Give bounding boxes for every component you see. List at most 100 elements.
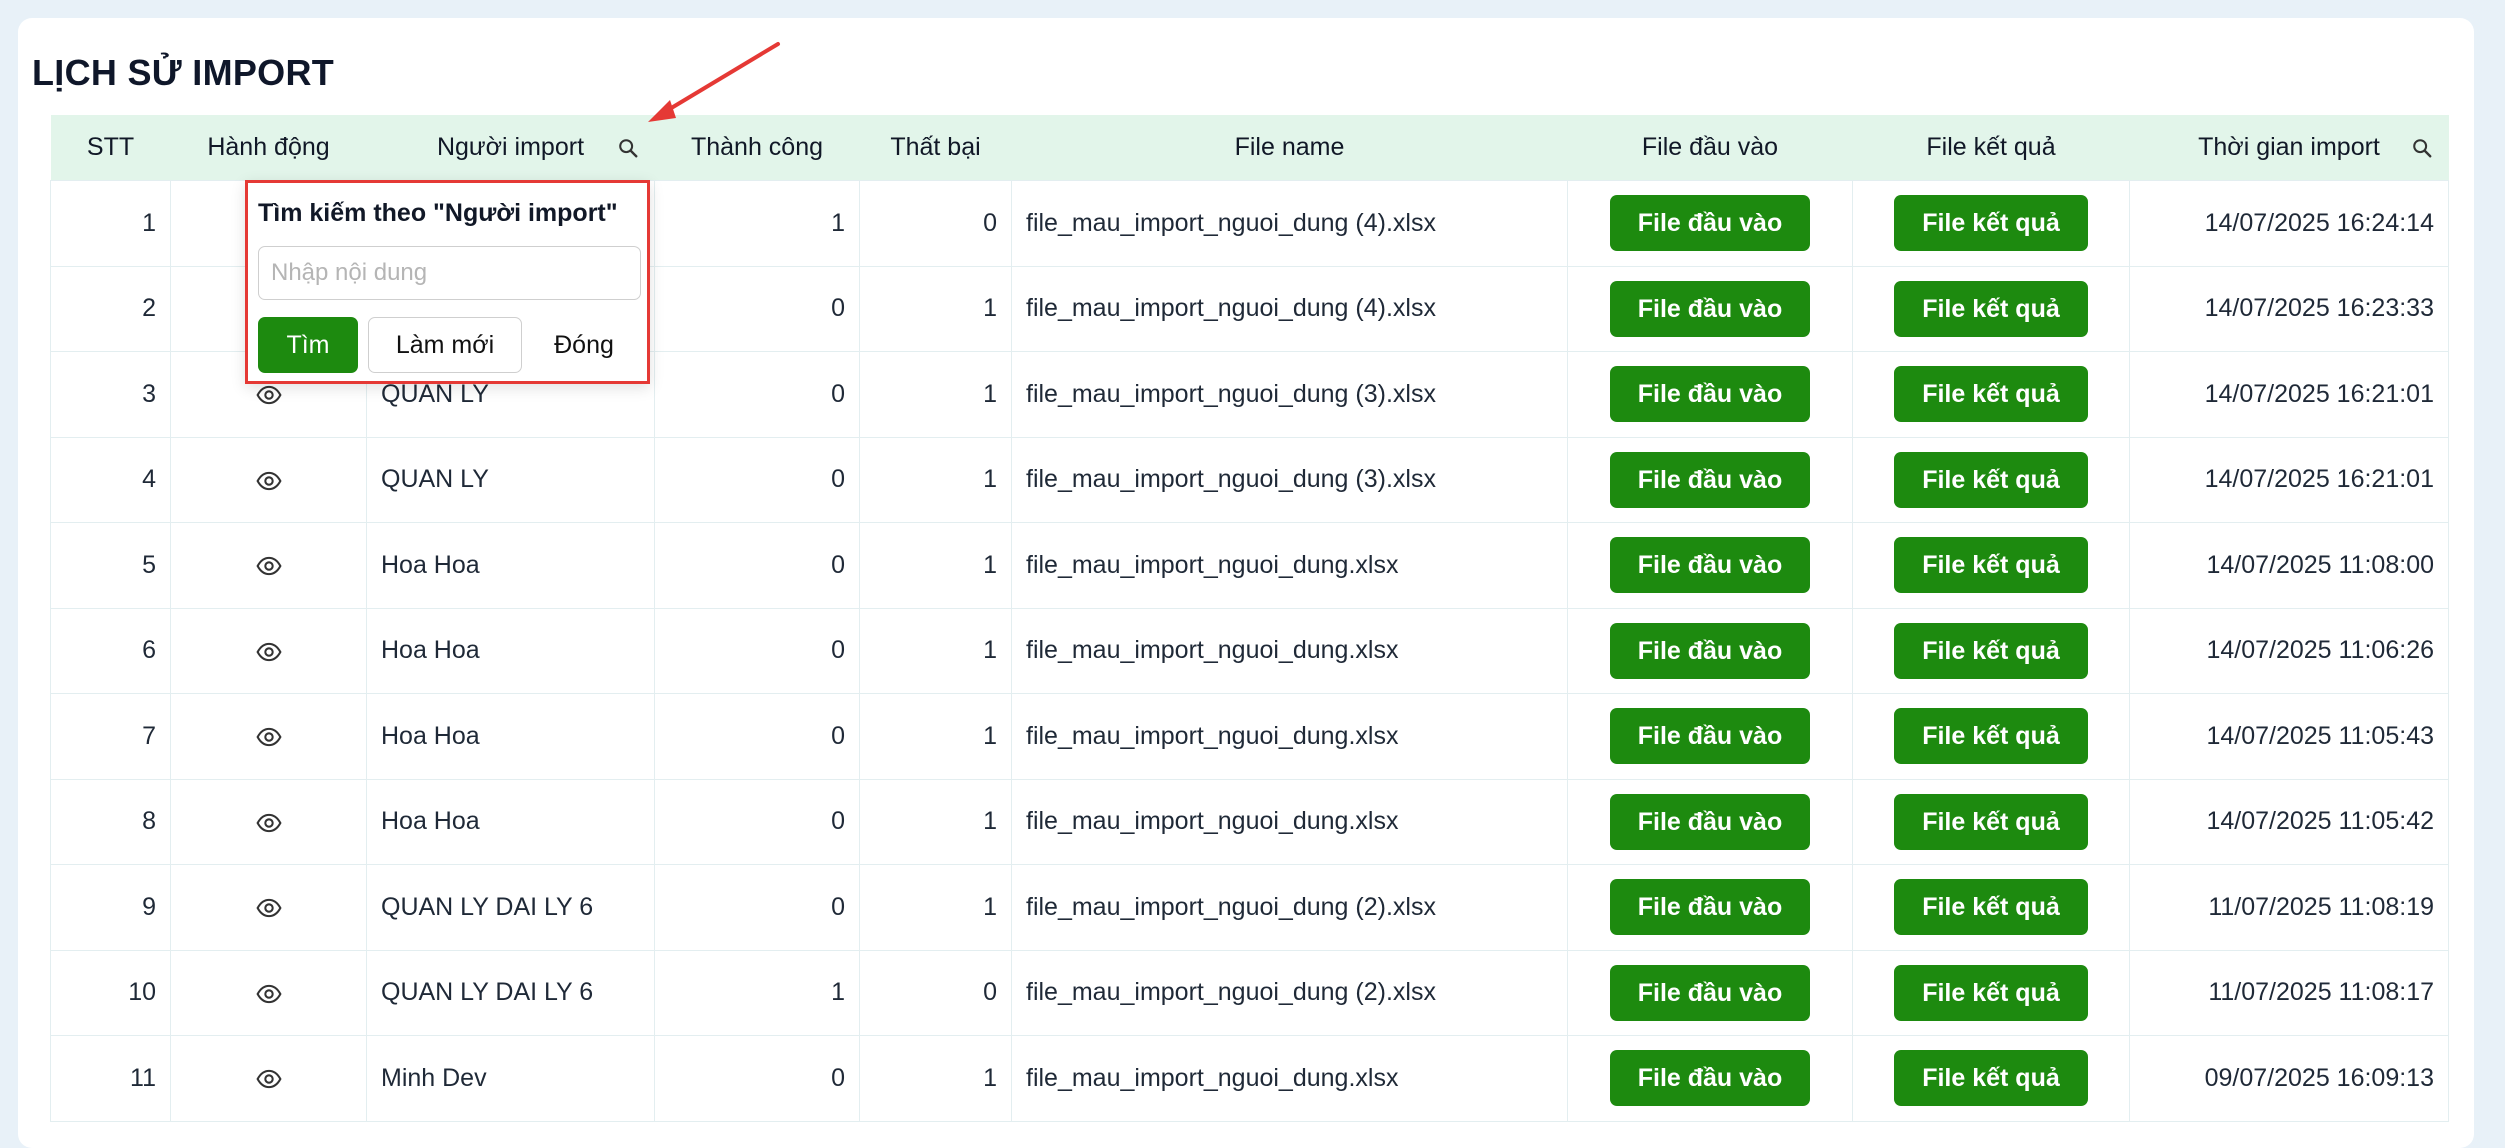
table-row: 7 Hoa Hoa 0 1 file_mau_import_nguoi_dung.xls… xyxy=(50,693,2449,780)
cell-stt: 2 xyxy=(50,265,171,352)
cell-stt: 7 xyxy=(50,693,171,780)
result-file-button[interactable]: File kết quả xyxy=(1894,793,2088,850)
cell-input-file: File đầu vào xyxy=(1567,522,1853,609)
cell-result-file: File kết quả xyxy=(1852,265,2130,352)
cell-input-file: File đầu vào xyxy=(1567,864,1853,951)
table-row: 4 QUAN LY 0 1 file_mau_import_nguoi_dung (3)… xyxy=(50,436,2449,523)
input-file-button[interactable]: File đầu vào xyxy=(1609,964,1811,1021)
cell-input-file: File đầu vào xyxy=(1567,436,1853,523)
eye-icon[interactable] xyxy=(255,551,282,579)
table-row: 6 Hoa Hoa 0 1 file_mau_import_nguoi_dung.xls… xyxy=(50,607,2449,694)
cell-fail-count: 0 xyxy=(859,949,1012,1036)
eye-icon[interactable] xyxy=(255,636,282,664)
close-button[interactable]: Đóng xyxy=(532,317,636,373)
input-file-button[interactable]: File đầu vào xyxy=(1609,622,1811,679)
cell-importer: Hoa Hoa xyxy=(366,778,655,865)
cell-import-time: 14/07/2025 11:06:26 xyxy=(2129,607,2449,694)
column-header-action: Hành động xyxy=(170,115,367,181)
input-file-button[interactable]: File đầu vào xyxy=(1609,366,1811,423)
cell-input-file: File đầu vào xyxy=(1567,265,1853,352)
cell-file-name: file_mau_import_nguoi_dung (4).xlsx xyxy=(1011,265,1568,352)
cell-success-count: 0 xyxy=(654,1035,860,1122)
eye-icon[interactable] xyxy=(255,978,282,1006)
result-file-button[interactable]: File kết quả xyxy=(1894,366,2088,423)
cell-import-time: 11/07/2025 11:08:17 xyxy=(2129,949,2449,1036)
eye-icon[interactable] xyxy=(255,722,282,750)
result-file-button[interactable]: File kết quả xyxy=(1894,708,2088,765)
cell-file-name: file_mau_import_nguoi_dung (3).xlsx xyxy=(1011,436,1568,523)
cell-action xyxy=(170,949,367,1036)
input-file-button[interactable]: File đầu vào xyxy=(1609,879,1811,936)
eye-icon[interactable] xyxy=(255,1064,282,1092)
cell-stt: 1 xyxy=(50,180,171,267)
result-file-button[interactable]: File kết quả xyxy=(1894,964,2088,1021)
input-file-button[interactable]: File đầu vào xyxy=(1609,195,1811,252)
popup-title: Tìm kiếm theo "Người import" xyxy=(258,199,618,227)
cell-success-count: 0 xyxy=(654,351,860,438)
cell-stt: 6 xyxy=(50,607,171,694)
cell-import-time: 14/07/2025 16:23:33 xyxy=(2129,265,2449,352)
cell-importer: Hoa Hoa xyxy=(366,522,655,609)
result-file-button[interactable]: File kết quả xyxy=(1894,195,2088,252)
result-file-button[interactable]: File kết quả xyxy=(1894,622,2088,679)
cell-action xyxy=(170,864,367,951)
input-file-button[interactable]: File đầu vào xyxy=(1609,793,1811,850)
result-file-button[interactable]: File kết quả xyxy=(1894,451,2088,508)
result-file-button[interactable]: File kết quả xyxy=(1894,1050,2088,1107)
table-row: 8 Hoa Hoa 0 1 file_mau_import_nguoi_dung.xls… xyxy=(50,778,2449,865)
result-file-button[interactable]: File kết quả xyxy=(1894,879,2088,936)
result-file-button[interactable]: File kết quả xyxy=(1894,280,2088,337)
cell-input-file: File đầu vào xyxy=(1567,607,1853,694)
cell-action xyxy=(170,522,367,609)
cell-stt: 8 xyxy=(50,778,171,865)
cell-action xyxy=(170,436,367,523)
input-file-button[interactable]: File đầu vào xyxy=(1609,1050,1811,1107)
cell-fail-count: 1 xyxy=(859,778,1012,865)
cell-success-count: 0 xyxy=(654,436,860,523)
search-popup: Tìm kiếm theo "Người import" Tìm Làm mới… xyxy=(245,180,650,384)
cell-input-file: File đầu vào xyxy=(1567,1035,1853,1122)
search-input[interactable] xyxy=(258,246,641,300)
table-row: 10 QUAN LY DAI LY 6 1 0 file_mau_import_nguo… xyxy=(50,949,2449,1036)
eye-icon[interactable] xyxy=(255,807,282,835)
search-icon[interactable] xyxy=(617,137,639,159)
cell-success-count: 0 xyxy=(654,693,860,780)
cell-importer: Hoa Hoa xyxy=(366,607,655,694)
cell-success-count: 0 xyxy=(654,778,860,865)
cell-file-name: file_mau_import_nguoi_dung.xlsx xyxy=(1011,693,1568,780)
eye-icon[interactable] xyxy=(255,893,282,921)
cell-file-name: file_mau_import_nguoi_dung (2).xlsx xyxy=(1011,949,1568,1036)
cell-import-time: 14/07/2025 16:21:01 xyxy=(2129,351,2449,438)
cell-importer: Hoa Hoa xyxy=(366,693,655,780)
cell-import-time: 14/07/2025 11:08:00 xyxy=(2129,522,2449,609)
cell-fail-count: 1 xyxy=(859,607,1012,694)
cell-success-count: 1 xyxy=(654,949,860,1036)
reset-button[interactable]: Làm mới xyxy=(368,317,522,373)
table-header: STT Hành động Người import Thành công Th… xyxy=(50,115,2449,181)
cell-success-count: 0 xyxy=(654,265,860,352)
search-icon[interactable] xyxy=(2411,137,2433,159)
cell-stt: 4 xyxy=(50,436,171,523)
red-arrow-annotation xyxy=(648,42,780,122)
cell-result-file: File kết quả xyxy=(1852,693,2130,780)
cell-file-name: file_mau_import_nguoi_dung (2).xlsx xyxy=(1011,864,1568,951)
cell-input-file: File đầu vào xyxy=(1567,693,1853,780)
cell-success-count: 0 xyxy=(654,522,860,609)
cell-result-file: File kết quả xyxy=(1852,607,2130,694)
cell-input-file: File đầu vào xyxy=(1567,351,1853,438)
cell-file-name: file_mau_import_nguoi_dung.xlsx xyxy=(1011,607,1568,694)
cell-fail-count: 1 xyxy=(859,1035,1012,1122)
cell-result-file: File kết quả xyxy=(1852,778,2130,865)
eye-icon[interactable] xyxy=(255,465,282,493)
input-file-button[interactable]: File đầu vào xyxy=(1609,451,1811,508)
cell-result-file: File kết quả xyxy=(1852,436,2130,523)
input-file-button[interactable]: File đầu vào xyxy=(1609,280,1811,337)
search-button[interactable]: Tìm xyxy=(258,317,358,373)
input-file-button[interactable]: File đầu vào xyxy=(1609,708,1811,765)
column-header-result-file: File kết quả xyxy=(1852,115,2130,181)
result-file-button[interactable]: File kết quả xyxy=(1894,537,2088,594)
input-file-button[interactable]: File đầu vào xyxy=(1609,537,1811,594)
cell-stt: 3 xyxy=(50,351,171,438)
cell-result-file: File kết quả xyxy=(1852,1035,2130,1122)
cell-import-time: 14/07/2025 11:05:42 xyxy=(2129,778,2449,865)
